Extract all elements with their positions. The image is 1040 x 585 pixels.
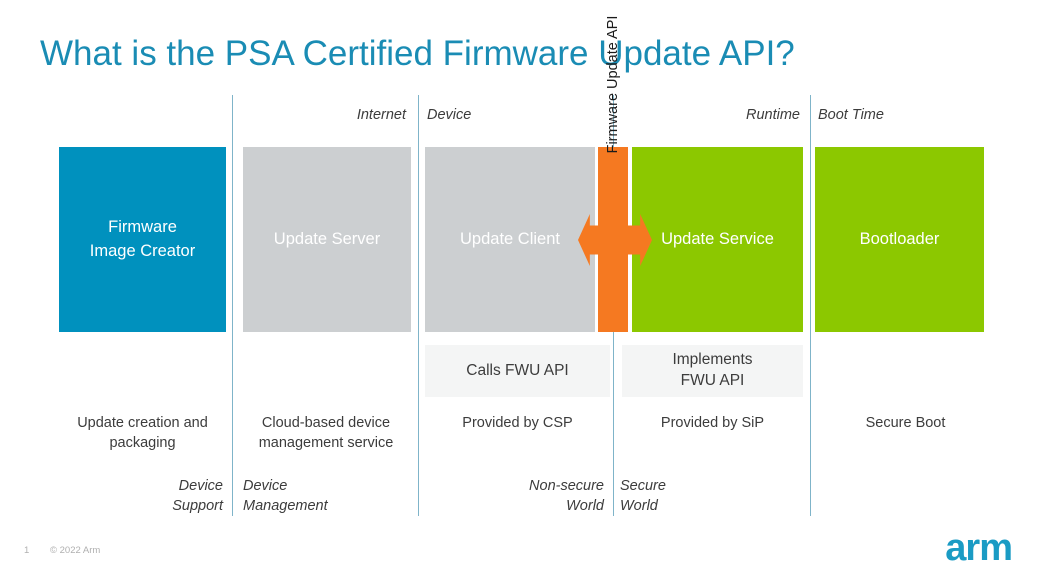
subbox-implements-fwu-api: Implements FWU API <box>622 345 803 397</box>
arm-logo: arm <box>945 527 1013 569</box>
block-firmware-image-creator[interactable]: Firmware Image Creator <box>59 147 226 332</box>
block-label: Update Server <box>273 229 381 248</box>
region-label-device: Device <box>427 107 472 123</box>
block-label: Firmware Image Creator <box>89 217 196 260</box>
world-label-device-support: Device Support <box>172 478 223 515</box>
block-label: Update Service <box>661 229 774 248</box>
description-update-client: Provided by CSP <box>462 415 573 431</box>
region-label-boot-time: Boot Time <box>818 107 884 123</box>
description-firmware-image-creator: Update creation and packaging <box>77 415 208 451</box>
divider-runtime-boottime <box>810 95 811 516</box>
block-update-client[interactable]: Update Client <box>425 147 595 332</box>
subbox-calls-fwu-api: Calls FWU API <box>425 345 610 397</box>
firmware-update-api-label: Firmware Update API <box>605 15 621 154</box>
block-bootloader[interactable]: Bootloader <box>815 147 984 332</box>
copyright-notice: © 2022 Arm <box>50 545 101 556</box>
description-bootloader: Secure Boot <box>865 415 946 431</box>
page-title: What is the PSA Certified Firmware Updat… <box>40 34 795 73</box>
page-number: 1 <box>24 545 30 556</box>
world-label-device-management: Device Management <box>243 478 328 515</box>
block-update-service[interactable]: Update Service <box>632 147 803 332</box>
description-update-server: Cloud-based device management service <box>258 415 394 451</box>
block-label: Update Client <box>460 229 560 248</box>
block-label: Bootloader <box>859 229 940 248</box>
slide-canvas: What is the PSA Certified Firmware Updat… <box>0 0 1040 585</box>
subbox-label: Calls FWU API <box>466 361 569 379</box>
region-label-internet: Internet <box>356 107 406 123</box>
block-update-server[interactable]: Update Server <box>243 147 411 332</box>
world-label-non-secure-world: Non-secure World <box>529 478 604 515</box>
world-label-secure-world: Secure World <box>620 478 666 515</box>
subbox-label: Implements FWU API <box>672 351 753 389</box>
region-label-runtime: Runtime <box>746 107 800 123</box>
description-update-service: Provided by SiP <box>660 415 765 431</box>
divider-server-client <box>418 95 419 516</box>
